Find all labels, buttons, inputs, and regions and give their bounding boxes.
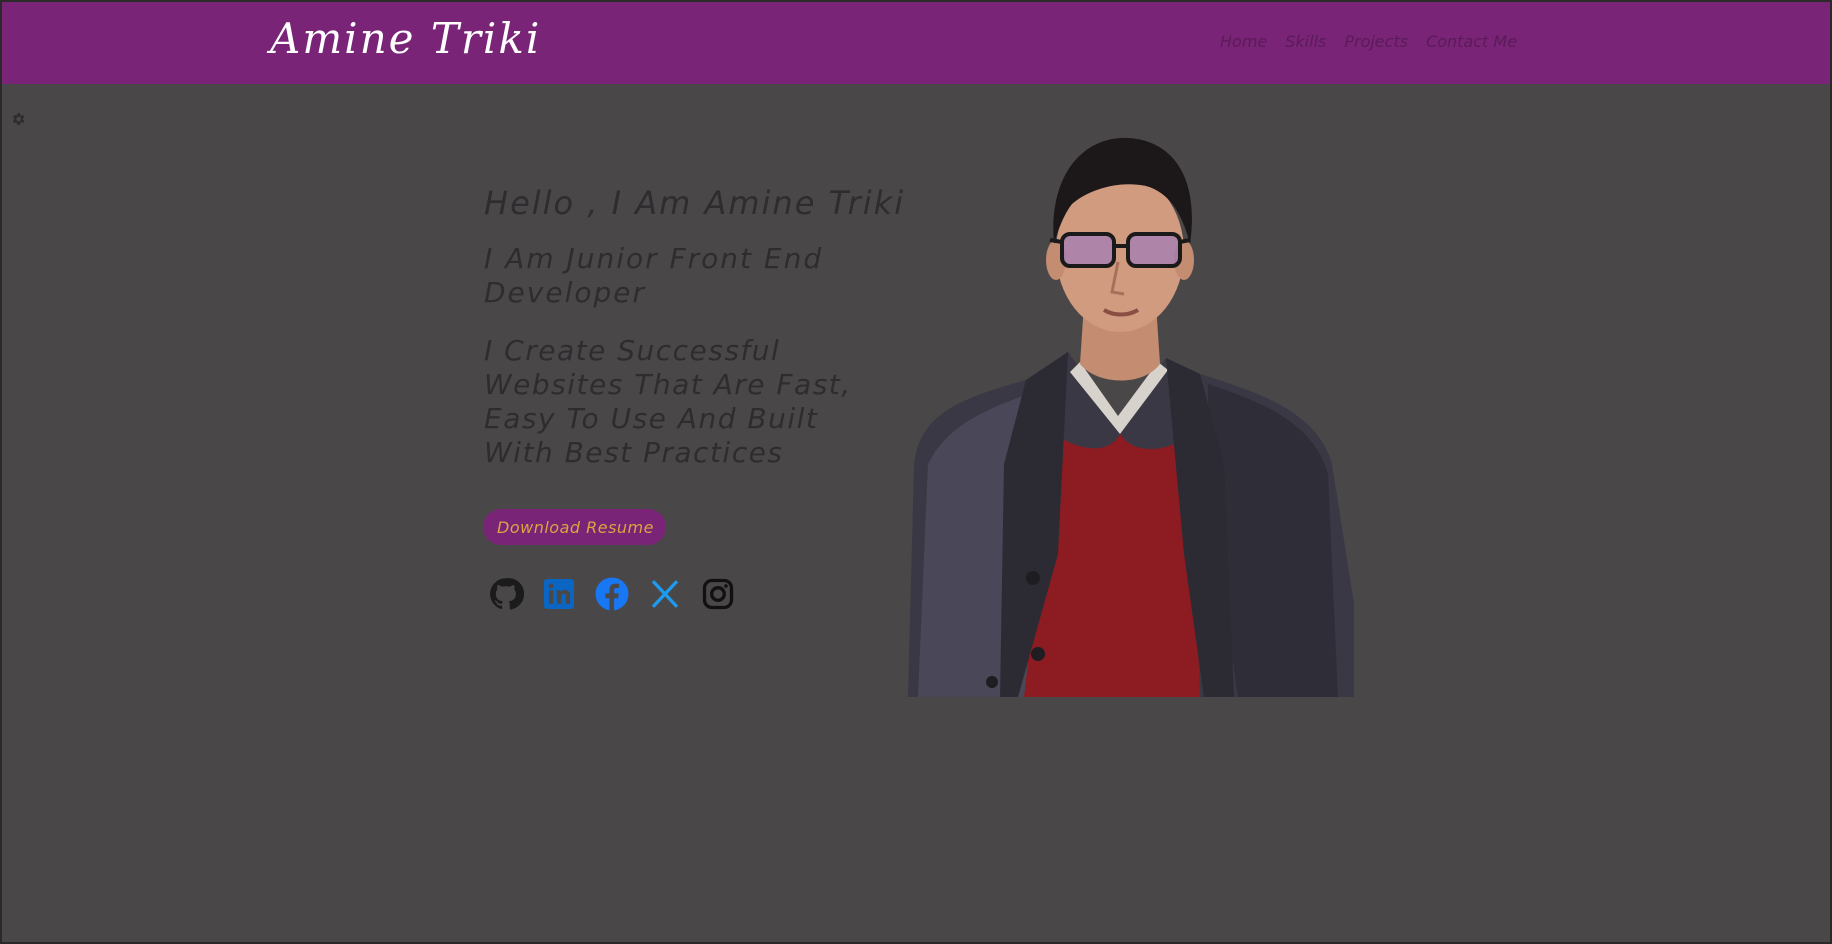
download-resume-button[interactable]: Download Resume (483, 509, 666, 545)
hero-text: Hello , I Am Amine Triki I Am Junior Fro… (484, 184, 914, 470)
gear-icon[interactable] (10, 111, 26, 127)
hero-role: I Am Junior Front End Developer (484, 242, 824, 309)
hero-greeting: Hello , I Am Amine Triki (484, 184, 906, 222)
facebook-icon[interactable] (594, 576, 630, 612)
nav-link-contact[interactable]: Contact Me (1426, 32, 1517, 51)
github-icon[interactable] (488, 576, 525, 612)
nav-links: Home Skills Projects Contact Me (1220, 32, 1517, 51)
hero-description: I Create Successful Websites That Are Fa… (484, 334, 852, 469)
x-icon[interactable] (647, 576, 683, 612)
nav-link-projects[interactable]: Projects (1344, 32, 1408, 51)
brand-logo[interactable]: Amine Triki (270, 14, 541, 63)
instagram-icon[interactable] (700, 576, 736, 612)
linkedin-icon[interactable] (541, 576, 577, 612)
social-links (488, 576, 736, 612)
profile-photo (908, 134, 1354, 697)
nav-link-skills[interactable]: Skills (1285, 32, 1326, 51)
nav-link-home[interactable]: Home (1220, 32, 1267, 51)
navbar: Amine Triki Home Skills Projects Contact… (2, 2, 1830, 84)
